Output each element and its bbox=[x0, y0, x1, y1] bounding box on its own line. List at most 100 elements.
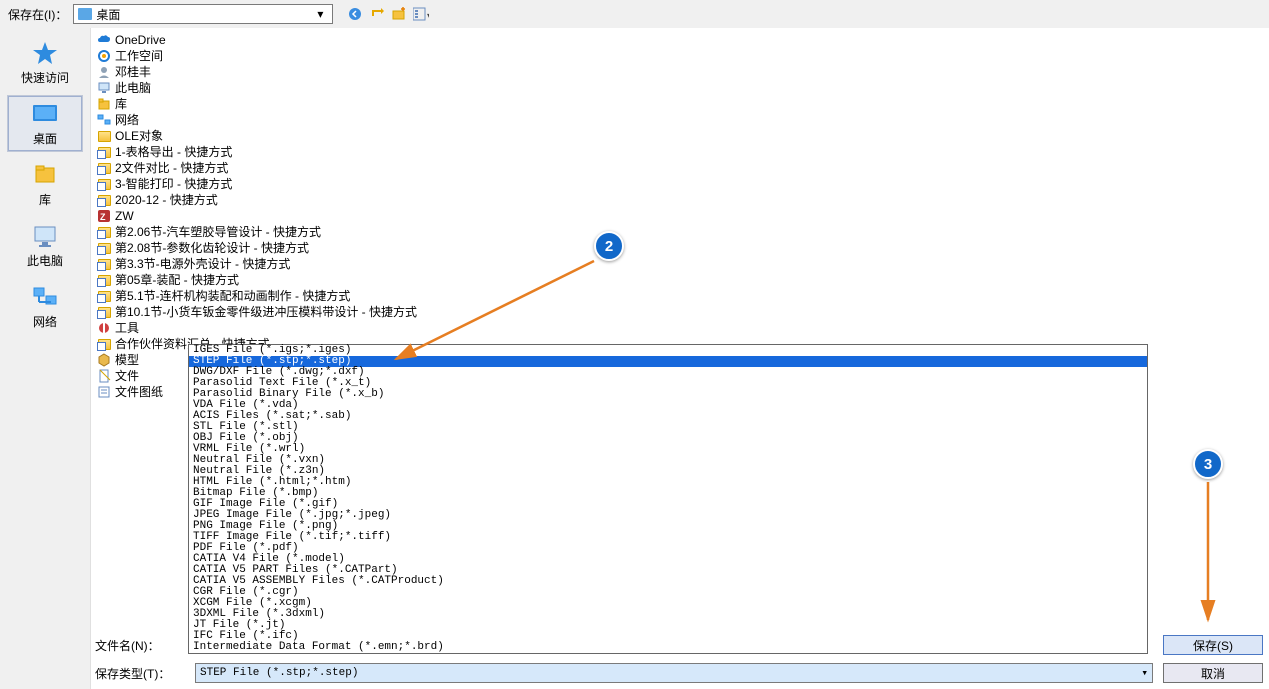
zw-icon: Z bbox=[97, 209, 111, 223]
file-item[interactable]: 2文件对比 - 快捷方式 bbox=[97, 160, 1263, 176]
filename-label: 文件名(N)： bbox=[95, 637, 185, 654]
file-item[interactable]: OLE对象 bbox=[97, 128, 1263, 144]
sidebar-item-label: 此电脑 bbox=[27, 252, 63, 269]
location-combo[interactable]: 桌面 ▾ bbox=[73, 4, 333, 24]
places-sidebar: 快速访问桌面库此电脑网络 bbox=[0, 28, 90, 689]
annotation-badge-3: 3 bbox=[1193, 449, 1223, 479]
file-icon bbox=[97, 369, 111, 383]
folder-icon bbox=[78, 8, 92, 20]
file-item[interactable]: 工具 bbox=[97, 320, 1263, 336]
file-item[interactable]: 邓桂丰 bbox=[97, 64, 1263, 80]
save-button[interactable]: 保存(S) bbox=[1163, 635, 1263, 655]
filetype-option[interactable]: HTML File (*.html;*.htm) bbox=[189, 477, 1147, 488]
chevron-down-icon: ▾ bbox=[1141, 666, 1148, 680]
filetype-option[interactable]: Parasolid Binary File (*.x_b) bbox=[189, 389, 1147, 400]
filetype-option[interactable]: TIFF Image File (*.tif;*.tiff) bbox=[189, 532, 1147, 543]
file-item-label: OLE对象 bbox=[115, 128, 163, 144]
file-item[interactable]: 3-智能打印 - 快捷方式 bbox=[97, 176, 1263, 192]
filetype-option[interactable]: Intermediate Data Format (*.emn;*.brd) bbox=[189, 642, 1147, 653]
network-icon bbox=[29, 283, 61, 311]
star-icon bbox=[29, 39, 61, 67]
sidebar-item-label: 快速访问 bbox=[21, 69, 69, 86]
toolbar-icons: ▾ bbox=[347, 6, 429, 22]
filetype-option[interactable]: XCGM File (*.xcgm) bbox=[189, 598, 1147, 609]
thispc-icon bbox=[97, 81, 111, 95]
file-item-label: OneDrive bbox=[115, 32, 166, 48]
thispc-icon bbox=[29, 222, 61, 250]
file-item-label: 第10.1节-小货车钣金零件级进冲压模料带设计 - 快捷方式 bbox=[115, 304, 417, 320]
file-item-label: 工作空间 bbox=[115, 48, 163, 64]
sidebar-item-library[interactable]: 库 bbox=[7, 156, 83, 213]
library-icon bbox=[97, 97, 111, 111]
shortcut-icon bbox=[97, 273, 111, 287]
model-icon bbox=[97, 353, 111, 367]
network-icon bbox=[97, 113, 111, 127]
library-icon bbox=[29, 161, 61, 189]
file-item[interactable]: Z ZW bbox=[97, 208, 1263, 224]
folder-icon bbox=[97, 129, 111, 143]
filetype-option[interactable]: 3DXML File (*.3dxml) bbox=[189, 609, 1147, 620]
sidebar-item-label: 网络 bbox=[33, 313, 57, 330]
annotation-badge-2: 2 bbox=[594, 231, 624, 261]
file-item[interactable]: OneDrive bbox=[97, 32, 1263, 48]
filetype-option[interactable]: CGR File (*.cgr) bbox=[189, 587, 1147, 598]
sidebar-item-desktop[interactable]: 桌面 bbox=[7, 95, 83, 152]
file-item-label: 此电脑 bbox=[115, 80, 151, 96]
shortcut-icon bbox=[97, 161, 111, 175]
shortcut-icon bbox=[97, 193, 111, 207]
up-icon[interactable] bbox=[369, 6, 385, 22]
file-item[interactable]: 1-表格导出 - 快捷方式 bbox=[97, 144, 1263, 160]
file-item[interactable]: 工作空间 bbox=[97, 48, 1263, 64]
workspace-icon bbox=[97, 49, 111, 63]
view-menu-icon[interactable]: ▾ bbox=[413, 6, 429, 22]
file-item[interactable]: 网络 bbox=[97, 112, 1263, 128]
file-item[interactable]: 第5.1节-连杆机构装配和动画制作 - 快捷方式 bbox=[97, 288, 1263, 304]
shortcut-icon bbox=[97, 225, 111, 239]
sidebar-item-star[interactable]: 快速访问 bbox=[7, 34, 83, 91]
tool-icon bbox=[97, 321, 111, 335]
filetype-option[interactable]: JT File (*.jt) bbox=[189, 620, 1147, 631]
file-item[interactable]: 第2.06节-汽车塑胶导管设计 - 快捷方式 bbox=[97, 224, 1263, 240]
file-item[interactable]: 第2.08节-参数化齿轮设计 - 快捷方式 bbox=[97, 240, 1263, 256]
new-folder-icon[interactable] bbox=[391, 6, 407, 22]
file-item[interactable]: 此电脑 bbox=[97, 80, 1263, 96]
file-item[interactable]: 库 bbox=[97, 96, 1263, 112]
file-item-label: 库 bbox=[115, 96, 127, 112]
file-item-label: 2020-12 - 快捷方式 bbox=[115, 192, 218, 208]
filetype-option[interactable]: STL File (*.stl) bbox=[189, 422, 1147, 433]
cancel-button[interactable]: 取消 bbox=[1163, 663, 1263, 683]
filetype-option[interactable]: CATIA V5 ASSEMBLY Files (*.CATProduct) bbox=[189, 576, 1147, 587]
file-item-label: 第3.3节-电源外壳设计 - 快捷方式 bbox=[115, 256, 290, 272]
file-item-label: 第05章-装配 - 快捷方式 bbox=[115, 272, 239, 288]
filetype-dropdown[interactable]: IGES File (*.igs;*.iges)STEP File (*.stp… bbox=[188, 344, 1148, 654]
svg-text:Z: Z bbox=[100, 212, 106, 222]
back-icon[interactable] bbox=[347, 6, 363, 22]
location-value: 桌面 bbox=[96, 6, 120, 23]
file-item[interactable]: 第10.1节-小货车钣金零件级进冲压模料带设计 - 快捷方式 bbox=[97, 304, 1263, 320]
shortcut-icon bbox=[97, 177, 111, 191]
shortcut-icon bbox=[97, 337, 111, 351]
file-item[interactable]: 第3.3节-电源外壳设计 - 快捷方式 bbox=[97, 256, 1263, 272]
file-item-label: 第2.06节-汽车塑胶导管设计 - 快捷方式 bbox=[115, 224, 321, 240]
shortcut-icon bbox=[97, 305, 111, 319]
filetype-option[interactable]: OBJ File (*.obj) bbox=[189, 433, 1147, 444]
user-icon bbox=[97, 65, 111, 79]
filetype-option[interactable]: ACIS Files (*.sat;*.sab) bbox=[189, 411, 1147, 422]
filetype-option[interactable]: Neutral File (*.vxn) bbox=[189, 455, 1147, 466]
file-item[interactable]: 2020-12 - 快捷方式 bbox=[97, 192, 1263, 208]
file-item-label: ZW bbox=[115, 208, 134, 224]
shortcut-icon bbox=[97, 257, 111, 271]
shortcut-icon bbox=[97, 145, 111, 159]
filetype-label: 保存类型(T)： bbox=[95, 665, 185, 682]
file-item-label: 3-智能打印 - 快捷方式 bbox=[115, 176, 232, 192]
filetype-combo[interactable]: STEP File (*.stp;*.step) ▾ bbox=[195, 663, 1153, 683]
sidebar-item-label: 桌面 bbox=[33, 130, 57, 147]
file-item[interactable]: 第05章-装配 - 快捷方式 bbox=[97, 272, 1263, 288]
filetype-value: STEP File (*.stp;*.step) bbox=[200, 667, 358, 679]
sidebar-item-thispc[interactable]: 此电脑 bbox=[7, 217, 83, 274]
file-item-label: 文件图纸 bbox=[115, 384, 163, 400]
filetype-option[interactable]: VRML File (*.wrl) bbox=[189, 444, 1147, 455]
file-item-label: 文件 bbox=[115, 368, 139, 384]
sidebar-item-network[interactable]: 网络 bbox=[7, 278, 83, 335]
svg-text:▾: ▾ bbox=[427, 11, 429, 20]
